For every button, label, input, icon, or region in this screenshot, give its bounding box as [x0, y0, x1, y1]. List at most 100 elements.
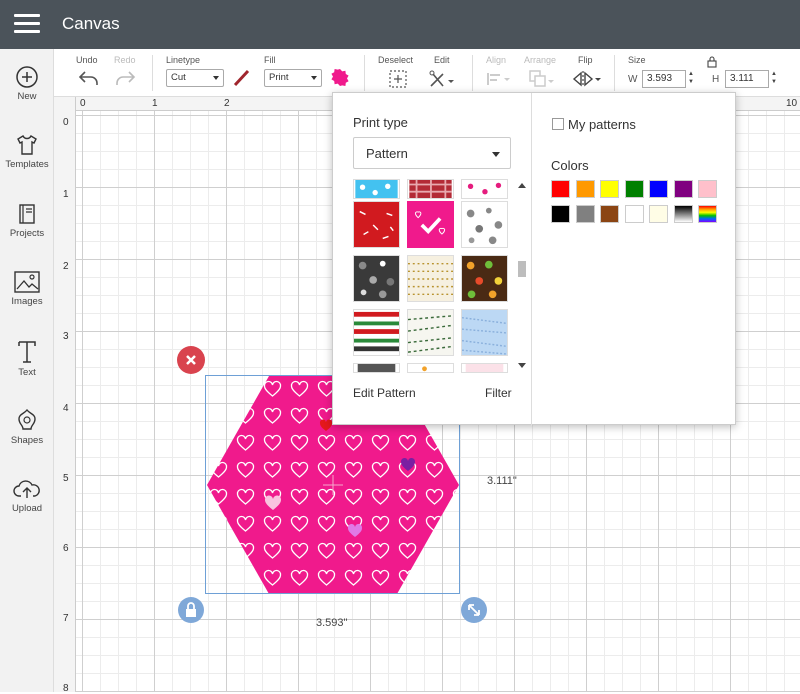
pattern-swatch-grid — [353, 179, 513, 373]
scroll-down-arrow[interactable] — [518, 363, 526, 368]
menu-icon[interactable] — [14, 14, 40, 34]
color-swatch[interactable] — [551, 180, 570, 198]
delete-handle[interactable] — [177, 346, 205, 374]
height-stepper[interactable]: ▲ ▼ — [770, 70, 778, 88]
lock-icon[interactable] — [706, 55, 718, 68]
print-type-popup: Print type Pattern Edit Pattern Filter M… — [332, 92, 736, 426]
my-patterns-checkbox[interactable]: My patterns — [552, 117, 636, 132]
scroll-up-arrow[interactable] — [518, 183, 526, 188]
flip-icon[interactable] — [572, 69, 602, 89]
print-type-value: Pattern — [366, 146, 408, 161]
height-dimension-label: 3.111" — [487, 475, 517, 487]
close-icon — [186, 355, 196, 365]
pattern-swatch[interactable] — [407, 309, 454, 356]
ruler-tick: 1 — [152, 98, 158, 109]
pattern-swatch[interactable] — [407, 363, 454, 373]
pattern-swatch[interactable] — [461, 309, 508, 356]
linetype-value: Cut — [171, 72, 186, 83]
image-icon — [14, 271, 40, 293]
align-label: Align — [486, 55, 507, 65]
width-input[interactable]: 3.593 — [642, 70, 686, 88]
pattern-swatch-selected[interactable] — [407, 201, 454, 248]
sidebar-item-label: Images — [11, 296, 43, 307]
pattern-scrollbar[interactable] — [516, 181, 528, 371]
color-swatch[interactable] — [600, 180, 619, 198]
color-swatch[interactable] — [551, 204, 570, 223]
color-swatch[interactable] — [698, 204, 717, 223]
print-type-title: Print type — [353, 115, 408, 130]
top-bar: Canvas — [0, 0, 800, 49]
size-label: Size — [628, 55, 646, 65]
pattern-swatch[interactable] — [461, 179, 508, 199]
align-icon[interactable] — [486, 71, 512, 87]
width-label: W — [628, 74, 638, 85]
lock-handle[interactable] — [178, 597, 204, 623]
deselect-icon[interactable] — [388, 69, 408, 89]
sidebar-item-text[interactable]: Text — [0, 339, 54, 399]
line-color-swatch[interactable] — [232, 69, 252, 87]
redo-icon[interactable] — [114, 69, 136, 87]
color-swatch[interactable] — [673, 204, 693, 223]
toolbar-divider — [364, 55, 365, 91]
color-swatch[interactable] — [575, 180, 595, 198]
checkbox-box[interactable] — [552, 118, 564, 130]
color-swatch[interactable] — [624, 204, 644, 223]
width-dimension-label: 3.593" — [316, 617, 348, 629]
sidebar-item-images[interactable]: Images — [0, 270, 54, 330]
sidebar-item-new[interactable]: New — [0, 65, 54, 125]
edit-pattern-link[interactable]: Edit Pattern — [353, 386, 416, 400]
pattern-swatch[interactable] — [353, 255, 400, 302]
height-label: H — [712, 74, 720, 85]
resize-handle[interactable] — [461, 597, 487, 623]
color-swatch[interactable] — [600, 204, 619, 223]
fill-pattern-swatch[interactable] — [330, 67, 350, 87]
edit-tools-icon[interactable] — [428, 69, 456, 89]
pattern-swatch[interactable] — [407, 255, 454, 302]
sidebar-item-upload[interactable]: Upload — [0, 477, 54, 537]
shapes-icon — [18, 408, 36, 430]
text-icon — [18, 341, 36, 363]
pattern-swatch[interactable] — [353, 179, 400, 199]
left-ruler: 0 1 2 3 4 5 6 7 8 — [54, 97, 76, 694]
ruler-tick: 8 — [63, 683, 69, 694]
pattern-swatch[interactable] — [461, 255, 508, 302]
left-sidebar: New Templates Projects Images Text Shape… — [0, 49, 54, 692]
sidebar-item-label: Projects — [9, 228, 45, 239]
ruler-tick: 0 — [80, 98, 86, 109]
sidebar-item-projects[interactable]: Projects — [0, 202, 54, 262]
color-swatch[interactable] — [649, 204, 668, 223]
width-stepper[interactable]: ▲ ▼ — [687, 70, 695, 88]
color-swatch[interactable] — [698, 180, 717, 198]
undo-icon[interactable] — [78, 69, 100, 87]
ruler-tick: 10 — [786, 98, 798, 109]
filter-link[interactable]: Filter — [485, 386, 512, 400]
fill-select[interactable]: Print — [264, 69, 322, 87]
arrange-icon[interactable] — [528, 69, 556, 89]
pattern-swatch[interactable] — [353, 201, 400, 248]
color-swatch[interactable] — [575, 204, 595, 223]
linetype-select[interactable]: Cut — [166, 69, 224, 87]
scroll-thumb[interactable] — [518, 261, 526, 277]
ruler-tick: 1 — [63, 189, 69, 200]
toolbar-divider — [614, 55, 615, 91]
fill-value: Print — [269, 72, 289, 83]
pattern-swatch[interactable] — [461, 363, 508, 373]
height-input[interactable]: 3.111 — [725, 70, 769, 88]
color-swatch[interactable] — [673, 180, 693, 198]
pattern-swatch[interactable] — [353, 309, 400, 356]
sidebar-item-templates[interactable]: Templates — [0, 133, 54, 193]
color-swatch[interactable] — [624, 180, 644, 198]
ruler-tick: 6 — [63, 543, 69, 554]
sidebar-item-shapes[interactable]: Shapes — [0, 407, 54, 467]
sidebar-item-label: Text — [18, 367, 36, 378]
cloud-upload-icon — [13, 480, 40, 498]
ruler-tick: 0 — [63, 117, 69, 128]
print-type-select[interactable]: Pattern — [353, 137, 511, 169]
color-swatch[interactable] — [649, 180, 668, 198]
arrange-label: Arrange — [524, 55, 557, 65]
flip-label: Flip — [578, 55, 593, 65]
pattern-swatch[interactable] — [461, 201, 508, 248]
ruler-tick: 4 — [63, 403, 69, 414]
pattern-swatch[interactable] — [407, 179, 454, 199]
pattern-swatch[interactable] — [353, 363, 400, 373]
